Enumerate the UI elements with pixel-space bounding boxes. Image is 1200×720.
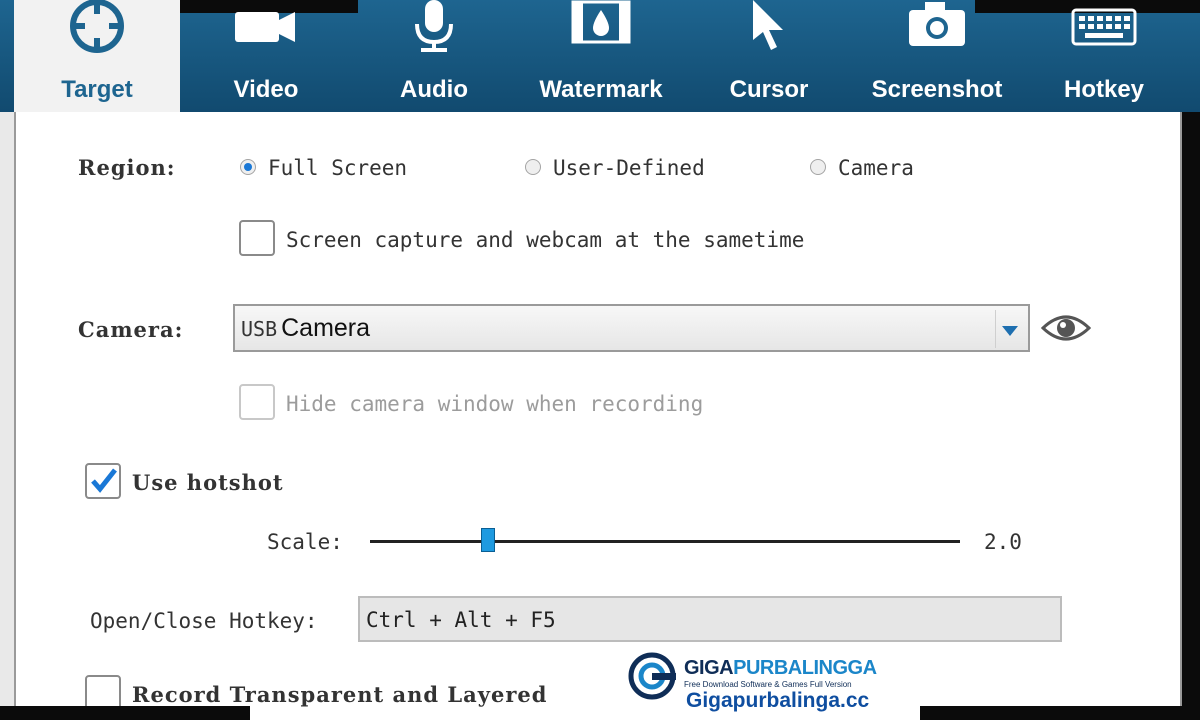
target-icon bbox=[70, 0, 124, 53]
camera-icon bbox=[909, 2, 965, 46]
webcam-checkbox[interactable] bbox=[239, 220, 275, 256]
watermark-tagline: Free Download Software & Games Full Vers… bbox=[684, 680, 852, 689]
radio-camera[interactable] bbox=[810, 159, 826, 175]
tab-label: Audio bbox=[400, 76, 468, 103]
radio-user-defined[interactable] bbox=[525, 159, 541, 175]
video-camera-icon bbox=[235, 12, 295, 42]
hide-camera-window-label[interactable]: Hide camera window when recording bbox=[286, 392, 703, 416]
radio-user-defined-label[interactable]: User-Defined bbox=[553, 156, 705, 180]
watermark-film-icon bbox=[571, 0, 631, 44]
watermark-site: Gigapurbalinga.cc bbox=[686, 689, 870, 712]
record-transparent-label[interactable]: Record Transparent and Layered bbox=[132, 682, 547, 707]
tab-cursor[interactable]: Cursor bbox=[686, 0, 852, 112]
panel-edge bbox=[0, 112, 14, 720]
check-icon bbox=[91, 468, 117, 493]
region-label: Region: bbox=[78, 155, 176, 180]
tab-label: Screenshot bbox=[871, 76, 1003, 103]
scale-label: Scale: bbox=[267, 530, 343, 554]
eye-icon[interactable] bbox=[1041, 312, 1091, 344]
radio-camera-label[interactable]: Camera bbox=[838, 156, 914, 180]
screen-edge bbox=[0, 706, 250, 720]
camera-select-value: USB Camera bbox=[241, 314, 371, 342]
chevron-down-icon[interactable] bbox=[1002, 326, 1018, 336]
watermark-logo-icon bbox=[628, 652, 676, 700]
tab-label: Target bbox=[61, 76, 133, 103]
keyboard-icon bbox=[1071, 8, 1137, 46]
camera-select[interactable]: USB Camera bbox=[233, 304, 1030, 352]
tab-label: Cursor bbox=[729, 76, 809, 103]
tab-audio[interactable]: Audio bbox=[352, 0, 516, 112]
tab-watermark[interactable]: Watermark bbox=[516, 0, 686, 112]
tab-label: Hotkey bbox=[1063, 76, 1145, 103]
select-divider bbox=[995, 310, 996, 348]
site-watermark: GIGAPURBALINGGA Free Download Software &… bbox=[628, 651, 888, 712]
use-hotshot-label[interactable]: Use hotshot bbox=[132, 470, 284, 495]
cursor-arrow-icon bbox=[753, 0, 783, 50]
tab-target[interactable]: Target bbox=[14, 0, 180, 112]
radio-full-screen-label[interactable]: Full Screen bbox=[268, 156, 407, 180]
use-hotshot-checkbox[interactable] bbox=[85, 463, 121, 499]
camera-label: Camera: bbox=[78, 317, 184, 342]
scale-slider-thumb[interactable] bbox=[481, 528, 495, 552]
webcam-checkbox-label[interactable]: Screen capture and webcam at the sametim… bbox=[286, 228, 804, 252]
microphone-icon bbox=[415, 0, 453, 52]
screen-edge bbox=[920, 706, 1200, 720]
hotkey-value: Ctrl + Alt + F5 bbox=[366, 608, 556, 632]
tab-hotkey[interactable]: Hotkey bbox=[1022, 0, 1186, 112]
scale-value: 2.0 bbox=[984, 530, 1022, 554]
scale-slider-track[interactable] bbox=[370, 540, 960, 543]
tab-label: Watermark bbox=[539, 76, 663, 103]
tab-screenshot[interactable]: Screenshot bbox=[852, 0, 1022, 112]
tab-video[interactable]: Video bbox=[180, 0, 352, 112]
hide-camera-window-checkbox[interactable] bbox=[239, 384, 275, 420]
hotkey-input[interactable]: Ctrl + Alt + F5 bbox=[358, 596, 1062, 642]
tab-label: Video bbox=[233, 76, 299, 103]
watermark-brand: GIGAPURBALINGGA bbox=[684, 657, 877, 679]
hotkey-label: Open/Close Hotkey: bbox=[90, 609, 318, 633]
radio-full-screen[interactable] bbox=[240, 159, 256, 175]
